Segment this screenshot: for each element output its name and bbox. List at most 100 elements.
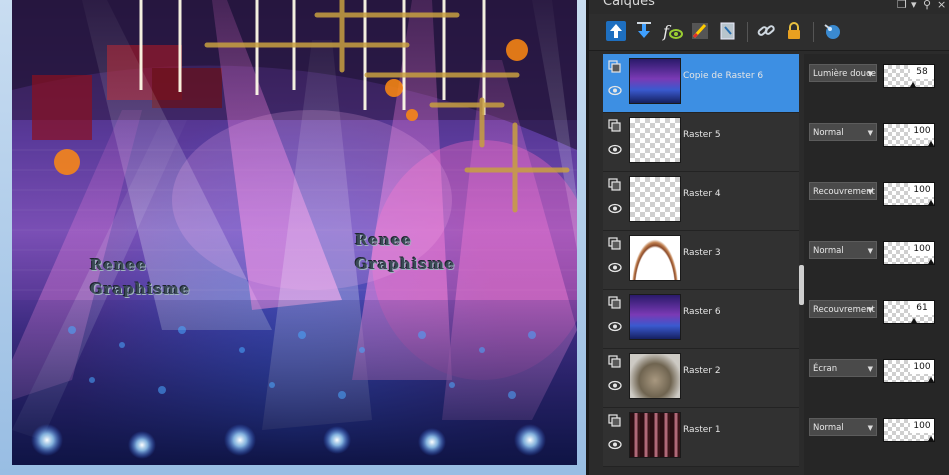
layer-group-icon[interactable] (608, 178, 621, 191)
eye-icon[interactable] (608, 85, 622, 96)
opacity-marker-icon (928, 141, 934, 146)
layers-panel: Calques ❐ ▾ ⚲ × f Copie de Raster 6 Rast… (586, 0, 949, 475)
layer-thumbnail[interactable] (629, 176, 681, 222)
canvas-frame: Renee Graphisme Renee Graphisme (0, 0, 586, 475)
layer-properties-row: Normal ▼ 100 (804, 408, 949, 466)
close-icon[interactable]: × (937, 0, 946, 11)
panel-title-bar[interactable]: Calques ❐ ▾ ⚲ × (589, 0, 949, 14)
eye-icon[interactable] (608, 439, 622, 450)
move-layer-up-icon[interactable] (605, 20, 627, 42)
layer-name[interactable]: Raster 3 (683, 248, 721, 258)
opacity-value[interactable]: 100 (910, 242, 934, 256)
layer-thumbnail[interactable] (629, 294, 681, 340)
layer-properties-row: Écran ▼ 100 (804, 349, 949, 407)
edit-mask-icon[interactable] (689, 20, 711, 42)
layer-group-icon[interactable] (608, 60, 621, 73)
eye-icon[interactable] (608, 380, 622, 391)
layer-row[interactable]: Raster 6 (603, 290, 799, 349)
opacity-marker-icon (928, 436, 934, 441)
chevron-down-icon: ▼ (867, 70, 873, 78)
eye-icon[interactable] (608, 144, 622, 155)
eye-icon[interactable] (608, 262, 622, 273)
blend-mode-dropdown[interactable]: Recouvrement ▼ (809, 182, 877, 200)
opacity-slider[interactable]: 100 (883, 418, 935, 442)
layer-thumbnail[interactable] (629, 117, 681, 163)
chevron-down-icon: ▼ (867, 306, 873, 314)
opacity-marker-icon (910, 82, 916, 87)
stage-artwork (12, 0, 577, 465)
toolbar-separator (813, 22, 814, 42)
layer-properties-row: Lumière douce ▼ 58 (804, 54, 949, 112)
menu-icon[interactable]: ▾ (911, 0, 917, 11)
blend-mode-dropdown[interactable]: Normal ▼ (809, 123, 877, 141)
blend-mode-dropdown[interactable]: Écran ▼ (809, 359, 877, 377)
layer-name[interactable]: Raster 5 (683, 130, 721, 140)
layer-name[interactable]: Raster 4 (683, 189, 721, 199)
pin-icon[interactable]: ⚲ (923, 0, 931, 11)
eye-icon[interactable] (608, 203, 622, 214)
layer-group-icon[interactable] (608, 237, 621, 250)
blend-mode-label: Normal (813, 246, 844, 256)
opacity-slider[interactable]: 100 (883, 182, 935, 206)
opacity-slider[interactable]: 100 (883, 123, 935, 147)
layer-name[interactable]: Copie de Raster 6 (683, 71, 763, 81)
restore-icon[interactable]: ❐ (897, 0, 907, 11)
opacity-value[interactable]: 61 (910, 301, 934, 315)
chevron-down-icon: ▼ (867, 365, 873, 373)
opacity-slider[interactable]: 61 (883, 300, 935, 324)
chevron-down-icon: ▼ (867, 247, 873, 255)
layer-group-icon[interactable] (608, 296, 621, 309)
blend-mode-label: Normal (813, 423, 844, 433)
watermark-1-line2: Graphisme (90, 280, 191, 298)
blend-mode-label: Écran (813, 364, 838, 374)
layer-row[interactable]: Raster 1 (603, 408, 799, 467)
lock-icon-pencil[interactable] (717, 20, 739, 42)
opacity-marker-icon (928, 259, 934, 264)
blend-mode-label: Lumière douce (813, 69, 876, 79)
link-icon[interactable] (755, 20, 777, 42)
blend-mode-dropdown[interactable]: Normal ▼ (809, 241, 877, 259)
layer-thumbnail[interactable] (629, 235, 681, 281)
blend-mode-label: Recouvrement (813, 305, 875, 315)
layer-row[interactable]: Raster 4 (603, 172, 799, 231)
layer-properties-row: Normal ▼ 100 (804, 113, 949, 171)
layer-group-icon[interactable] (608, 414, 621, 427)
opacity-slider[interactable]: 100 (883, 359, 935, 383)
image-canvas[interactable]: Renee Graphisme Renee Graphisme (12, 0, 577, 465)
layer-name[interactable]: Raster 2 (683, 366, 721, 376)
chevron-down-icon: ▼ (867, 129, 873, 137)
layer-row[interactable]: Raster 2 (603, 349, 799, 408)
layer-name[interactable]: Raster 1 (683, 425, 721, 435)
layer-group-icon[interactable] (608, 355, 621, 368)
blend-mode-dropdown[interactable]: Lumière douce ▼ (809, 64, 877, 82)
lock-icon[interactable] (783, 20, 805, 42)
opacity-value[interactable]: 100 (910, 183, 934, 197)
opacity-slider[interactable]: 58 (883, 64, 935, 88)
opacity-value[interactable]: 58 (910, 65, 934, 79)
layer-row[interactable]: Raster 3 (603, 231, 799, 290)
layer-properties-column: Lumière douce ▼ 58 Normal ▼ 100 Recouvre… (804, 54, 949, 475)
layer-thumbnail[interactable] (629, 353, 681, 399)
layer-name[interactable]: Raster 6 (683, 307, 721, 317)
layer-thumbnail[interactable] (629, 58, 681, 104)
layer-row[interactable]: Raster 5 (603, 113, 799, 172)
opacity-marker-icon (928, 377, 934, 382)
layer-thumbnail[interactable] (629, 412, 681, 458)
opacity-value[interactable]: 100 (910, 419, 934, 433)
eye-icon[interactable] (608, 321, 622, 332)
panel-splitter-handle[interactable] (799, 265, 804, 305)
blend-mode-dropdown[interactable]: Normal ▼ (809, 418, 877, 436)
ball-icon[interactable] (821, 20, 843, 42)
chevron-down-icon: ▼ (867, 424, 873, 432)
opacity-slider[interactable]: 100 (883, 241, 935, 265)
layer-group-icon[interactable] (608, 119, 621, 132)
layer-properties-row: Recouvrement ▼ 100 (804, 172, 949, 230)
blend-mode-dropdown[interactable]: Recouvrement ▼ (809, 300, 877, 318)
layer-row[interactable]: Copie de Raster 6 (603, 54, 799, 113)
opacity-value[interactable]: 100 (910, 124, 934, 138)
visibility-toggle-icon[interactable]: f (661, 20, 683, 42)
opacity-marker-icon (928, 200, 934, 205)
opacity-value[interactable]: 100 (910, 360, 934, 374)
move-layer-down-icon[interactable] (633, 20, 655, 42)
watermark-2-line1: Renee (355, 231, 413, 249)
